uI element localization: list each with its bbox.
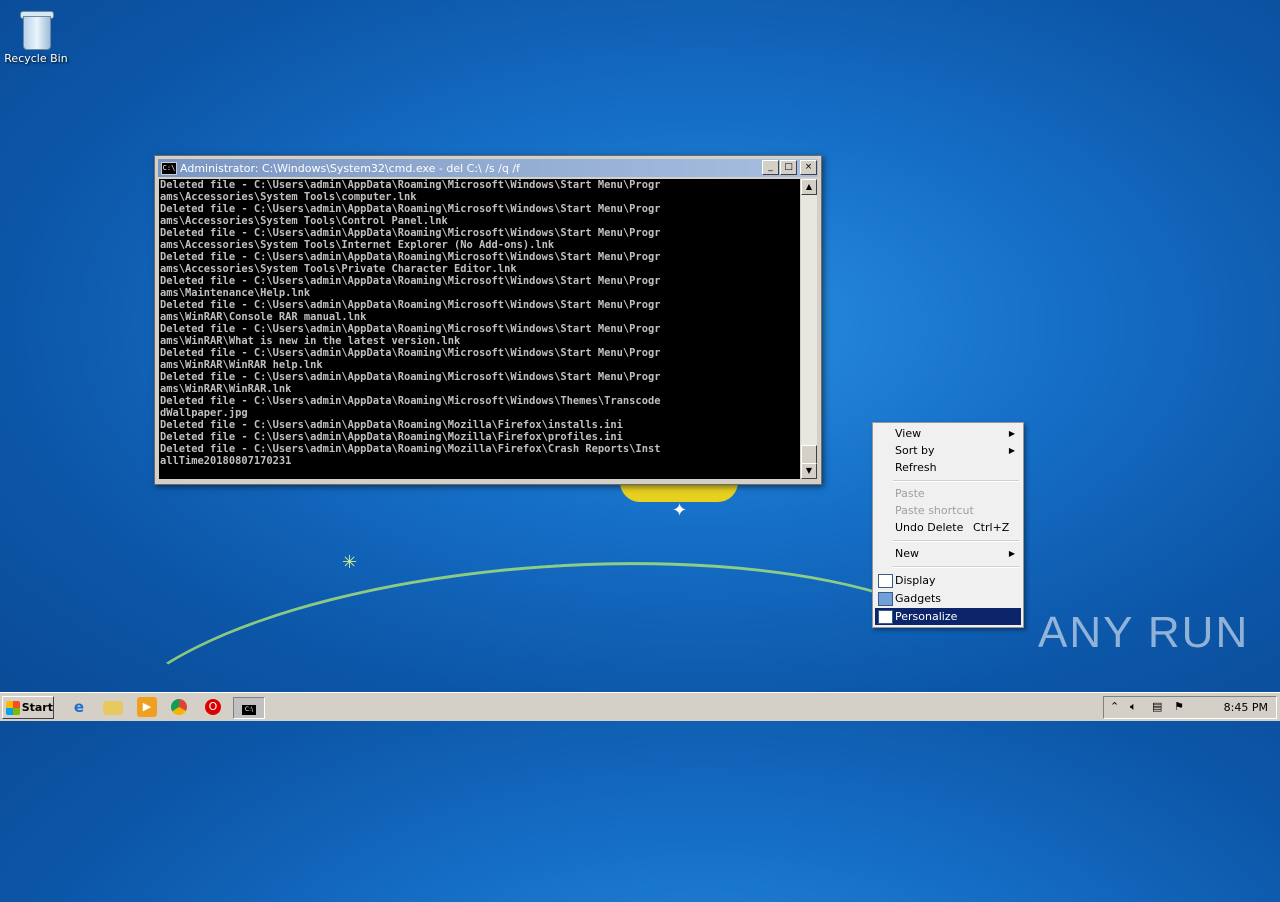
scroll-up-button[interactable]: ▲ [801,179,817,195]
console-line: ams\Accessories\System Tools\Control Pan… [160,215,448,227]
console-line: Deleted file - C:\Users\admin\AppData\Ro… [160,323,661,335]
anyrun-watermark: ANY RUN [1038,608,1250,657]
menu-item-sort-by[interactable]: Sort by ▶ [875,442,1021,459]
scroll-down-button[interactable]: ▼ [801,463,817,479]
menu-item-paste-shortcut: Paste shortcut [875,502,1021,519]
minimize-button[interactable]: _ [762,160,779,175]
windows-logo-icon [6,700,20,715]
console-line: Deleted file - C:\Users\admin\AppData\Ro… [160,251,661,263]
console-line: dWallpaper.jpg [160,407,248,419]
gadgets-icon [878,592,893,606]
internet-explorer-icon[interactable]: e [69,697,89,717]
submenu-arrow-icon: ▶ [1008,446,1015,455]
menu-item-label: View [895,427,922,440]
network-icon[interactable]: ▤ [1152,700,1162,713]
taskbar: Start e ▶ O C:\ ⌃ 🔈︎ ▤ ⚑ 8:45 PM [0,692,1280,721]
window-title: Administrator: C:\Windows\System32\cmd.e… [180,161,520,175]
cmd-icon: C:\ [161,161,177,175]
menu-item-label: Gadgets [895,592,942,605]
console-line: ams\Accessories\System Tools\Internet Ex… [160,239,555,251]
maximize-button[interactable]: □ [780,160,797,175]
cmd-icon: C:\ [242,705,256,715]
menu-item-paste: Paste [875,485,1021,502]
recycle-bin-label: Recycle Bin [4,52,68,65]
action-center-flag-icon[interactable]: ⚑ [1174,700,1184,713]
system-tray: ⌃ 🔈︎ ▤ ⚑ 8:45 PM [1103,696,1277,719]
wallpaper-sparkle: ✳ [342,552,358,573]
console-line: Deleted file - C:\Users\admin\AppData\Ro… [160,179,661,191]
console-line: Deleted file - C:\Users\admin\AppData\Ro… [160,203,661,215]
console-line: ams\Accessories\System Tools\Private Cha… [160,263,517,275]
menu-item-refresh[interactable]: Refresh [875,459,1021,476]
start-button[interactable]: Start [2,696,54,719]
console-line: ams\WinRAR\WinRAR.lnk [160,383,292,395]
wallpaper-sparkle: ✦ [672,500,688,521]
menu-item-shortcut: Ctrl+Z [973,521,1010,534]
scroll-thumb[interactable] [801,445,817,465]
chrome-icon[interactable] [171,699,187,715]
menu-item-label: Display [895,574,936,587]
desktop-context-menu: View ▶ Sort by ▶ Refresh Paste Paste short… [872,422,1024,628]
console-line: ams\Accessories\System Tools\computer.ln… [160,191,417,203]
volume-icon[interactable]: 🔈︎ [1130,700,1137,714]
console-line: Deleted file - C:\Users\admin\AppData\Ro… [160,347,661,359]
menu-separator [893,540,1019,542]
console-line: Deleted file - C:\Users\admin\AppData\Ro… [160,395,661,407]
console-line: Deleted file - C:\Users\admin\AppData\Ro… [160,443,661,455]
console-line: ams\WinRAR\WinRAR help.lnk [160,359,323,371]
console-output[interactable]: Deleted file - C:\Users\admin\AppData\Ro… [159,179,800,479]
menu-item-label: Refresh [895,461,937,474]
console-line: ams\Maintenance\Help.lnk [160,287,311,299]
cmd-window[interactable]: C:\ Administrator: C:\Windows\System32\c… [154,155,822,485]
console-line: Deleted file - C:\Users\admin\AppData\Ro… [160,275,661,287]
console-line: Deleted file - C:\Users\admin\AppData\Ro… [160,227,661,239]
menu-item-gadgets[interactable]: Gadgets [875,590,1021,607]
console-line: ams\WinRAR\Console RAR manual.lnk [160,311,367,323]
close-button[interactable]: × [800,160,817,175]
console-line: ams\WinRAR\What is new in the latest ver… [160,335,461,347]
menu-item-label: Paste [895,487,925,500]
wallpaper-flower [620,482,738,502]
menu-separator [893,566,1019,568]
console-line: Deleted file - C:\Users\admin\AppData\Ro… [160,299,661,311]
start-label: Start [21,701,53,714]
recycle-bin[interactable]: Recycle Bin [4,6,68,65]
menu-item-label: New [895,547,919,560]
menu-item-undo-delete[interactable]: Undo Delete Ctrl+Z [875,519,1021,536]
tray-expand-icon[interactable]: ⌃ [1110,700,1119,713]
menu-item-display[interactable]: Display [875,572,1021,589]
menu-item-label: Paste shortcut [895,504,974,517]
file-explorer-icon[interactable] [103,701,123,715]
opera-icon[interactable]: O [205,699,221,715]
menu-item-label: Sort by [895,444,935,457]
menu-item-new[interactable]: New ▶ [875,545,1021,562]
media-player-icon[interactable]: ▶ [137,697,157,717]
submenu-arrow-icon: ▶ [1008,429,1015,438]
personalize-icon [878,610,893,624]
vertical-scrollbar[interactable]: ▲ ▼ [801,179,817,479]
console-line: Deleted file - C:\Users\admin\AppData\Ro… [160,431,623,443]
console-line: Deleted file - C:\Users\admin\AppData\Ro… [160,371,661,383]
console-line: Deleted file - C:\Users\admin\AppData\Ro… [160,419,623,431]
menu-item-view[interactable]: View ▶ [875,425,1021,442]
menu-item-label: Personalize [895,610,958,623]
submenu-arrow-icon: ▶ [1008,549,1015,558]
menu-separator [893,480,1019,482]
console-line: allTime20180807170231 [160,455,292,467]
title-bar[interactable]: C:\ Administrator: C:\Windows\System32\c… [158,159,818,177]
clock[interactable]: 8:45 PM [1224,697,1268,718]
menu-item-label: Undo Delete [895,521,964,534]
menu-item-personalize[interactable]: Personalize [875,608,1021,625]
display-icon [878,574,893,588]
cmd-taskbar-button[interactable]: C:\ [233,697,265,719]
recycle-bin-icon [19,8,54,50]
